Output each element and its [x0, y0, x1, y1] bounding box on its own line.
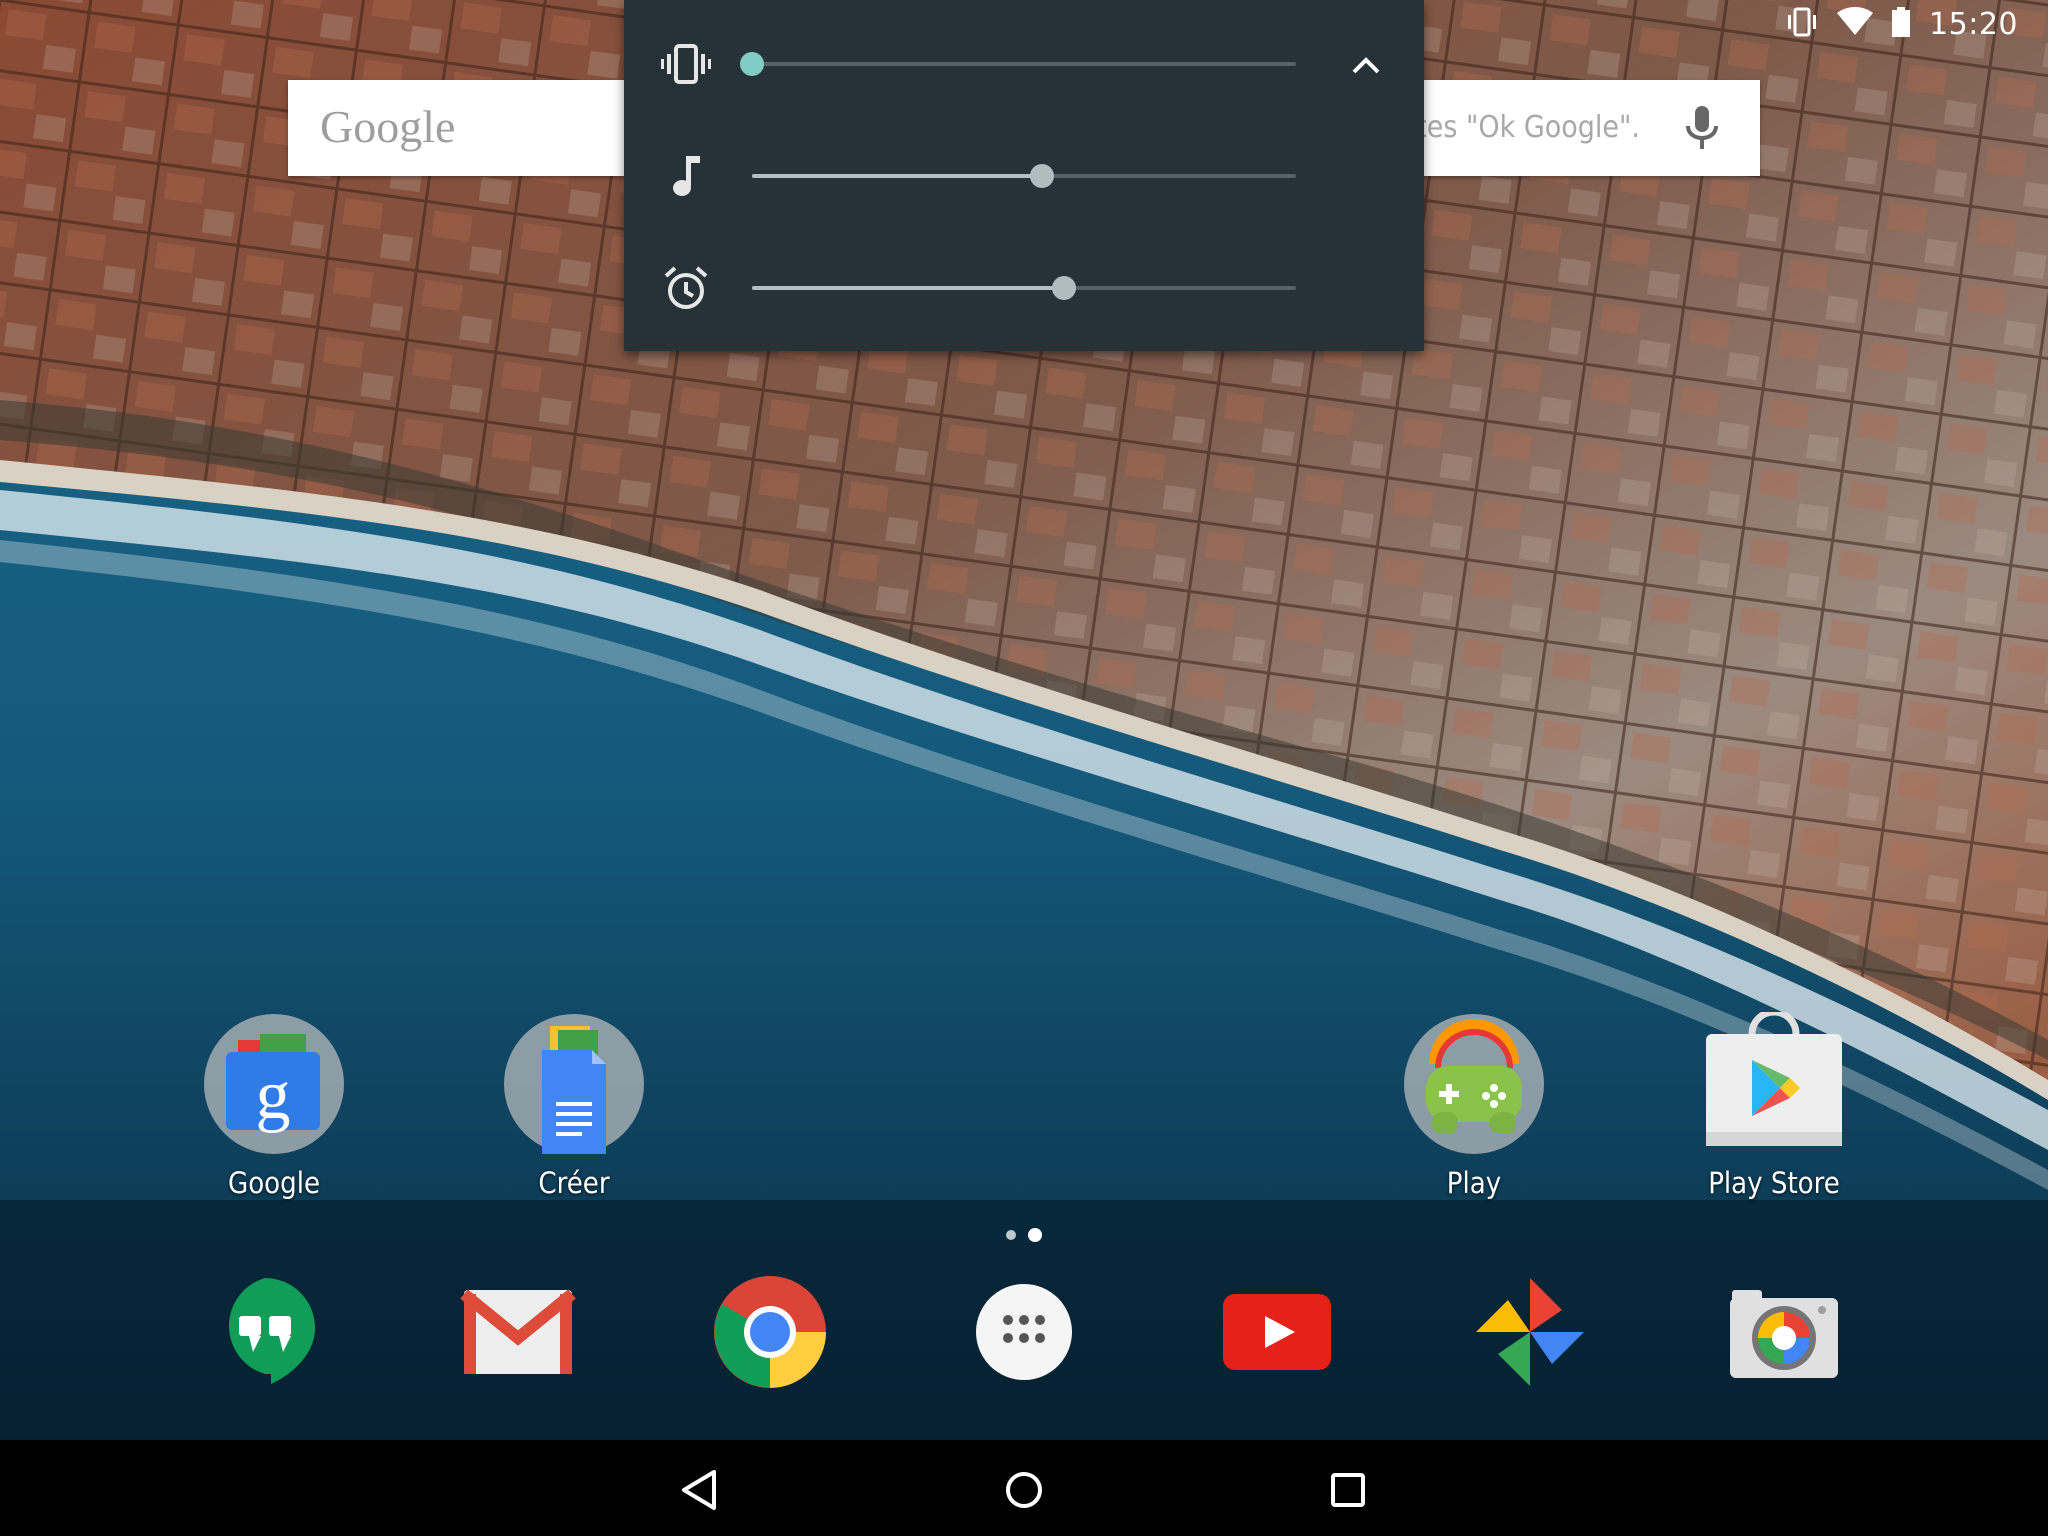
svg-text:g: g [256, 1057, 291, 1134]
app-drawer-icon[interactable] [964, 1272, 1084, 1392]
slider-fill [752, 286, 1065, 290]
docs-folder-icon [502, 1012, 646, 1156]
wifi-icon [1837, 6, 1874, 42]
google-logo: Google [320, 101, 456, 152]
camera-icon[interactable] [1724, 1272, 1844, 1392]
recents-icon[interactable] [1318, 1460, 1378, 1520]
vibrate-icon [1785, 7, 1819, 42]
chevron-up-icon[interactable] [1344, 44, 1388, 88]
navigation-bar [0, 1440, 2048, 1536]
media-volume-row [624, 120, 1424, 232]
slider-thumb[interactable] [740, 52, 764, 76]
search-hint: Dites "Ok Google". [1387, 110, 1640, 145]
chrome-icon[interactable] [710, 1272, 830, 1392]
status-bar: 15:20 [1785, 0, 2048, 48]
page-indicator [1004, 1228, 1044, 1242]
alarm-icon[interactable] [660, 262, 712, 314]
photos-icon[interactable] [1470, 1272, 1590, 1392]
hangouts-icon[interactable] [205, 1272, 325, 1392]
google-folder-icon: g [202, 1012, 346, 1156]
slider-thumb[interactable] [1030, 164, 1055, 188]
slider-thumb[interactable] [1052, 276, 1077, 300]
ringer-volume-slider[interactable] [740, 52, 1296, 76]
clock: 15:20 [1929, 6, 2018, 42]
app-label: Play Store [1708, 1166, 1840, 1200]
media-volume-slider[interactable] [752, 164, 1296, 188]
youtube-icon[interactable] [1217, 1272, 1337, 1392]
app-play-games[interactable]: Play [1374, 1012, 1574, 1200]
back-icon[interactable] [670, 1460, 730, 1520]
music-note-icon[interactable] [660, 150, 712, 202]
mic-icon[interactable] [1686, 106, 1718, 155]
home-icon[interactable] [994, 1460, 1054, 1520]
vibrate-icon[interactable] [660, 38, 712, 90]
app-creer-folder[interactable]: Créer [474, 1012, 674, 1200]
app-google-folder[interactable]: g Google [174, 1012, 374, 1200]
app-play-store[interactable]: Play Store [1674, 1008, 1874, 1200]
volume-panel [624, 0, 1424, 351]
gmail-icon[interactable] [458, 1272, 578, 1392]
play-store-icon [1702, 1008, 1846, 1156]
alarm-volume-row [624, 232, 1424, 344]
alarm-volume-slider[interactable] [752, 276, 1296, 300]
slider-fill [752, 174, 1043, 178]
app-label: Créer [538, 1166, 610, 1200]
battery-icon [1891, 6, 1911, 42]
app-label: Play [1446, 1166, 1502, 1200]
app-label: Google [227, 1166, 320, 1200]
ringer-volume-row [624, 8, 1424, 120]
play-games-icon [1402, 1012, 1546, 1156]
